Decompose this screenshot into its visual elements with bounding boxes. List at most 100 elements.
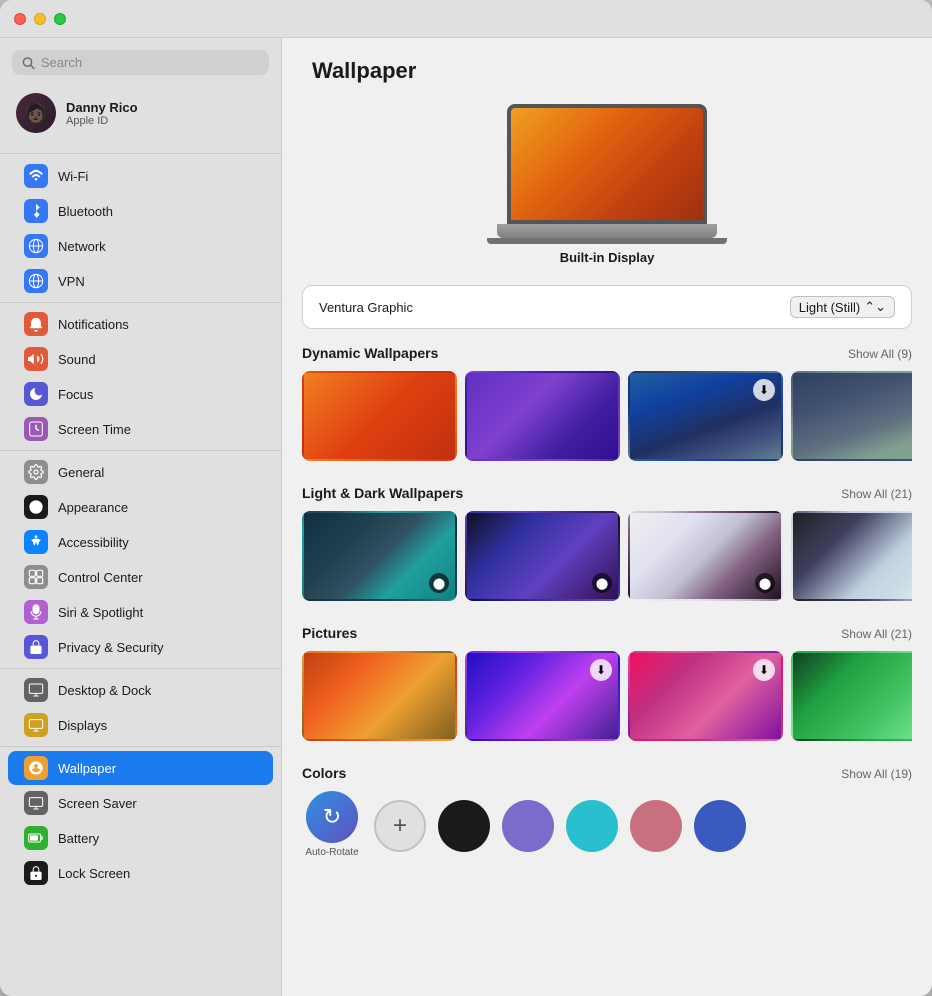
privacy-icon xyxy=(24,635,48,659)
focus-icon xyxy=(24,382,48,406)
wallpaper-thumb[interactable] xyxy=(302,371,457,461)
color-swatch-blue[interactable] xyxy=(694,800,746,852)
section-header-light-dark: Light & Dark Wallpapers Show All (21) xyxy=(302,485,912,501)
sidebar-item-notifications[interactable]: Notifications xyxy=(8,307,273,341)
wallpaper-thumb[interactable]: ⬇ xyxy=(628,651,783,741)
sidebar-item-lockscreen[interactable]: Lock Screen xyxy=(8,856,273,890)
sidebar-divider-1 xyxy=(0,153,281,154)
sidebar-item-label-screensaver: Screen Saver xyxy=(58,796,137,811)
user-subtitle: Apple ID xyxy=(66,115,138,127)
sidebar-divider-displays xyxy=(0,746,281,747)
wallpaper-thumb[interactable]: ⬤ xyxy=(791,511,912,601)
bluetooth-icon xyxy=(24,199,48,223)
section-title-colors: Colors xyxy=(302,765,346,781)
color-auto-rotate[interactable]: ↻ Auto-Rotate xyxy=(302,791,362,861)
show-all-pictures[interactable]: Show All (21) xyxy=(841,627,912,641)
sidebar-item-label-wifi: Wi-Fi xyxy=(58,169,88,184)
section-pictures: Pictures Show All (21) ⬇ ⬇ ⬇ xyxy=(302,625,912,741)
laptop-bottom xyxy=(487,238,727,244)
user-name: Danny Rico xyxy=(66,100,138,115)
wallpaper-mode-button[interactable]: Light (Still) ⌃⌄ xyxy=(790,296,895,318)
sidebar-item-siri[interactable]: Siri & Spotlight xyxy=(8,595,273,629)
color-swatch-purple[interactable] xyxy=(502,800,554,852)
minimize-button[interactable] xyxy=(34,13,46,25)
sidebar-item-label-notifications: Notifications xyxy=(58,317,129,332)
sidebar-item-screensaver[interactable]: Screen Saver xyxy=(8,786,273,820)
wallpaper-thumb[interactable]: ⬤ xyxy=(628,511,783,601)
section-header-colors: Colors Show All (19) xyxy=(302,765,912,781)
titlebar xyxy=(0,0,932,38)
dynamic-wallpaper-grid: ⬇ ⬇ xyxy=(302,371,912,461)
light-dark-badge: ⬤ xyxy=(755,573,775,593)
wifi-icon xyxy=(24,164,48,188)
pictures-wallpaper-grid: ⬇ ⬇ ⬇ xyxy=(302,651,912,741)
sidebar: 🧑🏿 Danny Rico Apple ID Wi-Fi BluetoothNet… xyxy=(0,38,282,996)
chevron-icon: ⌃⌄ xyxy=(864,299,886,315)
laptop-screen xyxy=(507,104,707,224)
wallpaper-thumb[interactable]: ⬇ xyxy=(791,371,912,461)
wallpaper-thumb[interactable]: ⬤ xyxy=(465,511,620,601)
wallpaper-thumb[interactable] xyxy=(465,371,620,461)
user-profile[interactable]: 🧑🏿 Danny Rico Apple ID xyxy=(0,85,281,145)
sidebar-item-label-siri: Siri & Spotlight xyxy=(58,605,143,620)
sidebar-divider-vpn xyxy=(0,302,281,303)
controlcenter-icon xyxy=(24,565,48,589)
app-window: 🧑🏿 Danny Rico Apple ID Wi-Fi BluetoothNet… xyxy=(0,0,932,996)
sidebar-item-screentime[interactable]: Screen Time xyxy=(8,412,273,446)
sidebar-item-accessibility[interactable]: Accessibility xyxy=(8,525,273,559)
sidebar-item-sound[interactable]: Sound xyxy=(8,342,273,376)
sidebar-item-label-vpn: VPN xyxy=(58,274,85,289)
sidebar-item-label-sound: Sound xyxy=(58,352,96,367)
laptop-preview xyxy=(507,104,707,244)
light-dark-badge: ⬤ xyxy=(592,573,612,593)
user-info: Danny Rico Apple ID xyxy=(66,100,138,127)
general-icon xyxy=(24,460,48,484)
wallpaper-thumb[interactable] xyxy=(302,651,457,741)
sidebar-item-label-focus: Focus xyxy=(58,387,93,402)
close-button[interactable] xyxy=(14,13,26,25)
sidebar-item-label-screentime: Screen Time xyxy=(58,422,131,437)
sidebar-item-wallpaper[interactable]: Wallpaper xyxy=(8,751,273,785)
sidebar-item-battery[interactable]: Battery xyxy=(8,821,273,855)
wallpaper-icon xyxy=(24,756,48,780)
color-swatch-black[interactable] xyxy=(438,800,490,852)
color-swatch-rose[interactable] xyxy=(630,800,682,852)
wallpaper-thumb[interactable]: ⬇ xyxy=(791,651,912,741)
color-swatch-teal[interactable] xyxy=(566,800,618,852)
show-all-dynamic[interactable]: Show All (9) xyxy=(848,347,912,361)
displays-icon xyxy=(24,713,48,737)
wallpaper-thumb[interactable]: ⬇ xyxy=(628,371,783,461)
lockscreen-icon xyxy=(24,861,48,885)
sidebar-item-general[interactable]: General xyxy=(8,455,273,489)
wallpaper-thumb[interactable]: ⬤ xyxy=(302,511,457,601)
laptop-base xyxy=(497,224,717,238)
avatar: 🧑🏿 xyxy=(16,93,56,133)
display-preview: Built-in Display xyxy=(282,94,932,285)
sidebar-item-label-privacy: Privacy & Security xyxy=(58,640,163,655)
sidebar-item-label-appearance: Appearance xyxy=(58,500,128,515)
wallpaper-mode-label: Light (Still) xyxy=(799,300,860,315)
colors-row: ↻ Auto-Rotate + xyxy=(302,791,912,861)
sidebar-item-vpn[interactable]: VPN xyxy=(8,264,273,298)
maximize-button[interactable] xyxy=(54,13,66,25)
wallpaper-thumb[interactable]: ⬇ xyxy=(465,651,620,741)
siri-icon xyxy=(24,600,48,624)
sidebar-item-focus[interactable]: Focus xyxy=(8,377,273,411)
show-all-colors[interactable]: Show All (19) xyxy=(841,767,912,781)
sidebar-item-controlcenter[interactable]: Control Center xyxy=(8,560,273,594)
search-bar[interactable] xyxy=(12,50,269,75)
show-all-light-dark[interactable]: Show All (21) xyxy=(841,487,912,501)
sidebar-item-wifi[interactable]: Wi-Fi xyxy=(8,159,273,193)
add-color-button[interactable]: + xyxy=(374,800,426,852)
sidebar-item-privacy[interactable]: Privacy & Security xyxy=(8,630,273,664)
sidebar-item-desktop[interactable]: Desktop & Dock xyxy=(8,673,273,707)
search-input[interactable] xyxy=(41,55,259,70)
section-dynamic: Dynamic Wallpapers Show All (9) ⬇ ⬇ xyxy=(302,345,912,461)
sidebar-item-bluetooth[interactable]: Bluetooth xyxy=(8,194,273,228)
sidebar-item-displays[interactable]: Displays xyxy=(8,708,273,742)
main-content: Wallpaper Built-in Display Ventura Graph… xyxy=(282,38,932,996)
sidebar-item-appearance[interactable]: Appearance xyxy=(8,490,273,524)
scroll-area[interactable]: Dynamic Wallpapers Show All (9) ⬇ ⬇ xyxy=(282,329,932,996)
sidebar-item-network[interactable]: Network xyxy=(8,229,273,263)
content-area: 🧑🏿 Danny Rico Apple ID Wi-Fi BluetoothNet… xyxy=(0,38,932,996)
